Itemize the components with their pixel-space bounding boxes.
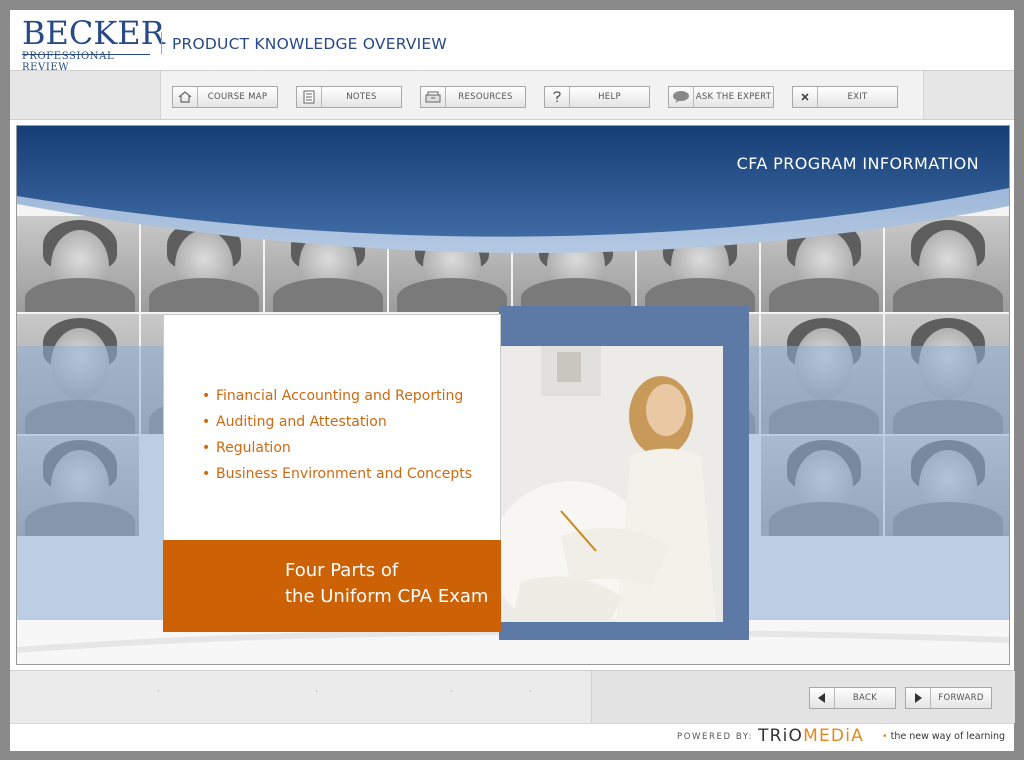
topic-label: Financial Accounting and Reporting (216, 388, 464, 404)
powered-by-label: POWERED BY: (677, 732, 754, 742)
exit-button[interactable]: EXIT (792, 86, 898, 108)
logo-rule (22, 54, 150, 55)
notes-button[interactable]: NOTES (296, 86, 402, 108)
divider-tick: · (157, 687, 160, 697)
bullet-icon: • (202, 466, 211, 482)
footer-nav-area: BACK FORWARD (591, 671, 1015, 723)
page-title: PRODUCT KNOWLEDGE OVERVIEW (172, 35, 447, 53)
course-map-button[interactable]: COURSE MAP (172, 86, 278, 108)
help-label: HELP (598, 92, 621, 102)
triomedia-logo: TRiOMEDiA (758, 726, 864, 746)
topic-label: Auditing and Attestation (216, 414, 387, 430)
tagline-text: the new way of learning (890, 731, 1006, 742)
back-button[interactable]: BACK (809, 687, 896, 709)
list-item: • Business Environment and Concepts (202, 461, 472, 487)
divider-tick: · (529, 687, 532, 697)
bullet-icon: • (202, 414, 211, 430)
list-item: • Auditing and Attestation (202, 409, 472, 435)
topic-label: Business Environment and Concepts (216, 466, 473, 482)
forward-button[interactable]: FORWARD (905, 687, 992, 709)
footer-bar: · · · · BACK FORWARD (10, 670, 1015, 723)
caption-box: Four Parts of the Uniform CPA Exam (163, 540, 501, 632)
app-window: BECKER PROFESSIONAL REVIEW PRODUCT KNOWL… (10, 10, 1015, 751)
logo-word: BECKER (22, 14, 165, 52)
exit-label: EXIT (847, 92, 868, 102)
resources-label: RESOURCES (458, 92, 513, 102)
course-map-label: COURSE MAP (207, 92, 268, 102)
brand-part-a: TRiO (758, 726, 804, 746)
ask-the-expert-label: ASK THE EXPERT (695, 92, 772, 102)
topic-label: Regulation (216, 440, 291, 456)
speech-bubble-icon (669, 87, 694, 107)
list-item: • Regulation (202, 435, 472, 461)
resources-icon (421, 87, 446, 107)
arrow-right-icon (906, 688, 931, 708)
caption-line-2: the Uniform CPA Exam (285, 586, 489, 607)
brand-part-b: MEDiA (803, 726, 864, 746)
bullet-icon: • (202, 440, 211, 456)
notes-icon (297, 87, 322, 107)
arrow-left-icon (810, 688, 835, 708)
header-banner (17, 126, 1009, 254)
notes-label: NOTES (346, 92, 377, 102)
tagline-bullet: • (882, 731, 888, 742)
toolbar: COURSE MAP NOTES RESOURCES HELP ASK THE (10, 71, 1014, 120)
close-icon (793, 87, 818, 107)
ask-the-expert-button[interactable]: ASK THE EXPERT (668, 86, 774, 108)
divider-tick: · (450, 687, 453, 697)
home-icon (173, 87, 198, 107)
help-button[interactable]: HELP (544, 86, 650, 108)
back-label: BACK (852, 693, 878, 703)
content-stage: CFA PROGRAM INFORMATION • Financial Acco… (16, 125, 1010, 665)
tagline: • the new way of learning (882, 731, 1005, 742)
caption-line-1: Four Parts of (285, 560, 399, 581)
powered-by-bar: POWERED BY: TRiOMEDiA • the new way of l… (10, 723, 1014, 751)
becker-logo: BECKER PROFESSIONAL REVIEW (22, 14, 165, 73)
caption-text: Four Parts of the Uniform CPA Exam (285, 558, 488, 610)
resources-button[interactable]: RESOURCES (420, 86, 526, 108)
banner-title: CFA PROGRAM INFORMATION (736, 154, 979, 173)
topics-list: • Financial Accounting and Reporting • Aud… (202, 383, 472, 487)
list-item: • Financial Accounting and Reporting (202, 383, 472, 409)
woman-seated-photo (501, 346, 723, 622)
header-divider (161, 32, 162, 54)
bullet-icon: • (202, 388, 211, 404)
help-icon (545, 87, 570, 107)
divider-tick: · (315, 687, 318, 697)
forward-label: FORWARD (938, 693, 984, 703)
